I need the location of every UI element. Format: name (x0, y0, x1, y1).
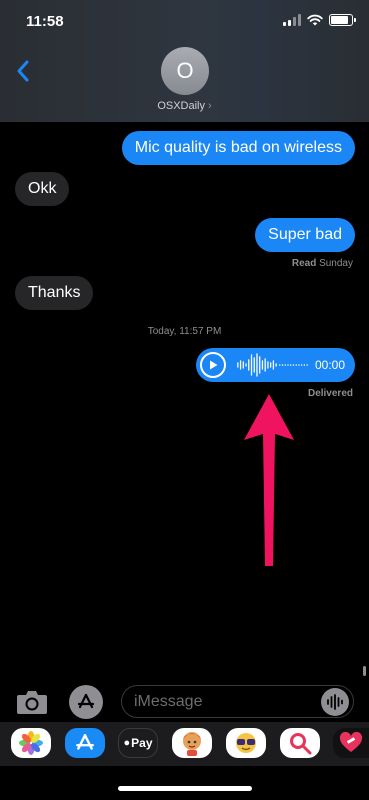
conversation-header: 11:58 O OSXDaily › (0, 0, 369, 122)
message-bubble-outgoing[interactable]: Mic quality is bad on wireless (121, 131, 355, 165)
heart-sticker-button[interactable] (333, 728, 369, 758)
arrow-up-icon (244, 394, 294, 566)
avatar-initial: O (176, 58, 194, 83)
message-bubble-incoming[interactable]: Okk (15, 172, 70, 206)
apple-pay-button[interactable]: ● Pay (118, 728, 158, 758)
message-timestamp: Today, 11:57 PM (147, 326, 222, 337)
contact-name-link[interactable]: OSXDaily › (0, 100, 369, 112)
app-store-icon (76, 734, 94, 750)
chevron-right-icon: › (208, 100, 212, 112)
read-receipt: Read Sunday (292, 258, 353, 269)
imessage-input[interactable] (121, 685, 354, 718)
read-when: Sunday (319, 258, 353, 269)
play-button[interactable] (200, 352, 226, 378)
photos-icon (19, 731, 43, 755)
heart-sticker-icon (339, 732, 363, 752)
scroll-indicator[interactable] (363, 666, 366, 676)
memoji-sunglasses-button[interactable] (226, 728, 266, 758)
image-search-icon (290, 733, 312, 755)
play-icon (210, 360, 218, 370)
app-store-app-button[interactable] (65, 728, 105, 758)
message-bubble-outgoing[interactable]: Super bad (255, 218, 355, 252)
audio-duration: 00:00 (314, 358, 345, 372)
contact-avatar[interactable]: O (161, 47, 209, 95)
back-button[interactable] (12, 58, 34, 84)
photos-app-button[interactable] (11, 728, 51, 758)
memoji-button[interactable] (172, 728, 212, 758)
audio-message-bubble[interactable]: 00:00 (196, 348, 355, 382)
memoji-icon (183, 732, 201, 756)
status-time: 11:58 (26, 13, 64, 30)
camera-icon (17, 691, 47, 714)
app-store-icon (77, 693, 95, 709)
image-search-button[interactable] (280, 728, 320, 758)
chevron-left-icon (17, 60, 29, 82)
apple-logo-icon: ● (123, 737, 131, 749)
apple-pay-label: Pay (131, 736, 153, 750)
message-bubble-incoming[interactable]: Thanks (15, 276, 94, 310)
home-indicator[interactable] (118, 786, 252, 791)
app-store-button[interactable] (69, 685, 103, 719)
voice-record-button[interactable] (321, 688, 349, 716)
cellular-signal-icon (283, 14, 301, 26)
contact-name: OSXDaily (157, 100, 205, 112)
battery-icon (329, 14, 356, 26)
memoji-sunglasses-icon (236, 733, 256, 753)
wifi-icon (307, 14, 323, 26)
waveform-mic-icon (327, 694, 343, 710)
delivered-receipt: Delivered (307, 388, 353, 399)
waveform-icon (237, 353, 308, 377)
read-label: Read (291, 258, 317, 269)
camera-button[interactable] (15, 687, 49, 717)
status-icons (283, 14, 356, 26)
